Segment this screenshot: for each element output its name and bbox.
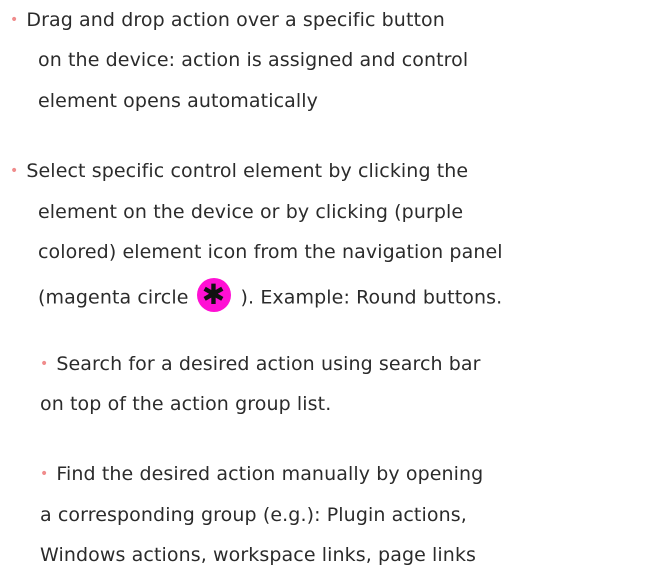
list-item-2-line-3: colored) element icon from the navigatio… — [38, 241, 503, 263]
bullet: • — [10, 163, 19, 179]
bullet: • — [10, 12, 19, 28]
sub-item-2-line-1: • Find the desired action manually by ope… — [40, 463, 484, 485]
list-item-2-line-1: • Select specific control element by clic… — [10, 160, 469, 182]
bullet: • — [40, 466, 49, 482]
list-item-2-line-2: element on the device or by clicking (pu… — [38, 201, 464, 223]
asterisk-icon: ✱ — [196, 278, 231, 312]
list-item-1-line-1: • Drag and drop action over a specific bu… — [10, 9, 445, 31]
sub-item-1-line-1: • Search for a desired action using searc… — [40, 353, 481, 375]
list-item-1-line-3: element opens automatically — [38, 90, 318, 112]
instruction-document: • Drag and drop action over a specific bu… — [0, 0, 653, 567]
sub-item-1-line-2: on top of the action group list. — [40, 393, 332, 415]
sub-item-2-line-3: Windows actions, workspace links, page l… — [40, 544, 477, 566]
sub-item-2-line-2: a corresponding group (e.g.): Plugin act… — [40, 504, 467, 526]
bullet: • — [40, 356, 49, 372]
list-item-2-line-4: (magenta circle ✱). Example: Round button… — [38, 278, 503, 312]
list-item-1-line-2: on the device: action is assigned and co… — [38, 49, 469, 71]
